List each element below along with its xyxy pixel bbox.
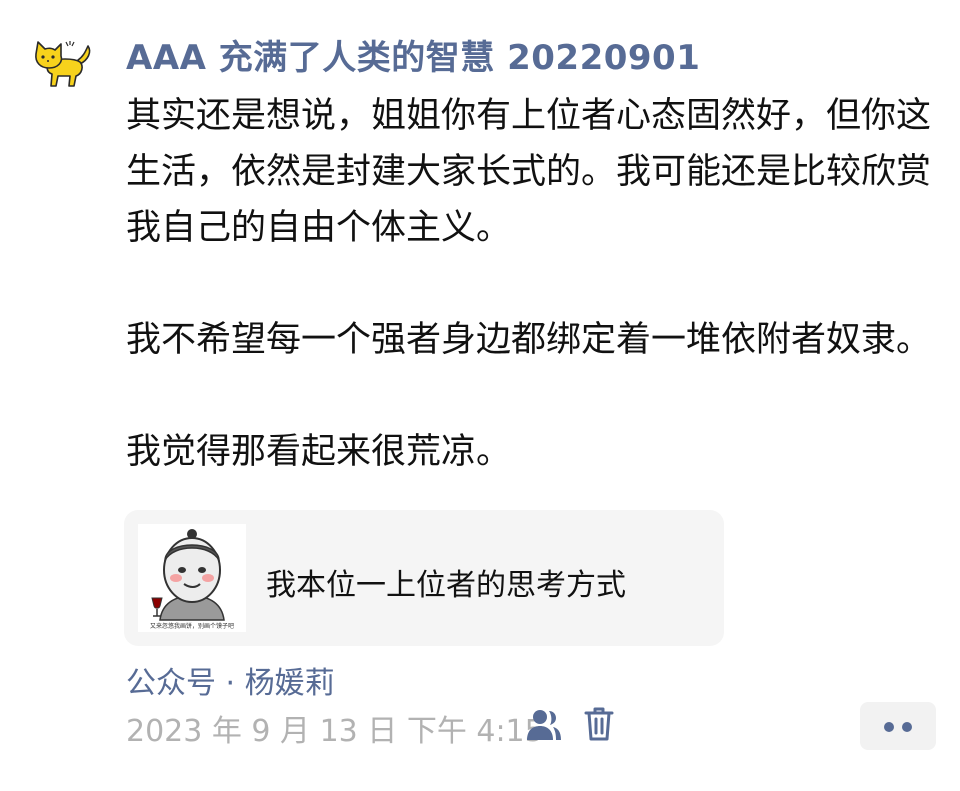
- post-paragraph: 其实还是想说，姐姐你有上位者心态固然好，但你这生活，依然是封建大家长式的。我可能…: [126, 96, 932, 248]
- shared-article-title: 我本位一上位者的思考方式: [266, 568, 626, 603]
- shared-article-card[interactable]: 又来忽悠我画饼，别画个馍子吧 我本位一上位者的思考方式: [124, 510, 724, 646]
- more-dots-icon[interactable]: [860, 702, 936, 750]
- post-paragraph: 我不希望每一个强者身边都绑定着一堆依附者奴隶。: [126, 320, 932, 360]
- dot: [902, 722, 912, 732]
- trash-icon[interactable]: [584, 706, 614, 742]
- people-icon[interactable]: [526, 708, 562, 742]
- article-thumbnail: 又来忽悠我画饼，别画个馍子吧: [138, 524, 246, 632]
- meme-face-icon: [151, 529, 225, 621]
- thumbnail-caption: 又来忽悠我画饼，别画个馍子吧: [149, 623, 234, 630]
- yellow-cat-icon[interactable]: [30, 38, 94, 90]
- post-paragraph: 我觉得那看起来很荒凉。: [126, 432, 512, 472]
- dot: [884, 722, 894, 732]
- moments-post: AAA 充满了人类的智慧 20220901 其实还是想说，姐姐你有上位者心态固然…: [0, 0, 960, 791]
- source-link[interactable]: 公众号 · 杨媛莉: [126, 658, 335, 702]
- author-name[interactable]: AAA 充满了人类的智慧 20220901: [126, 30, 700, 79]
- post-text: 其实还是想说，姐姐你有上位者心态固然好，但你这生活，依然是封建大家长式的。我可能…: [126, 88, 946, 480]
- post-timestamp: 2023 年 9 月 13 日 下午 4:15: [126, 714, 544, 749]
